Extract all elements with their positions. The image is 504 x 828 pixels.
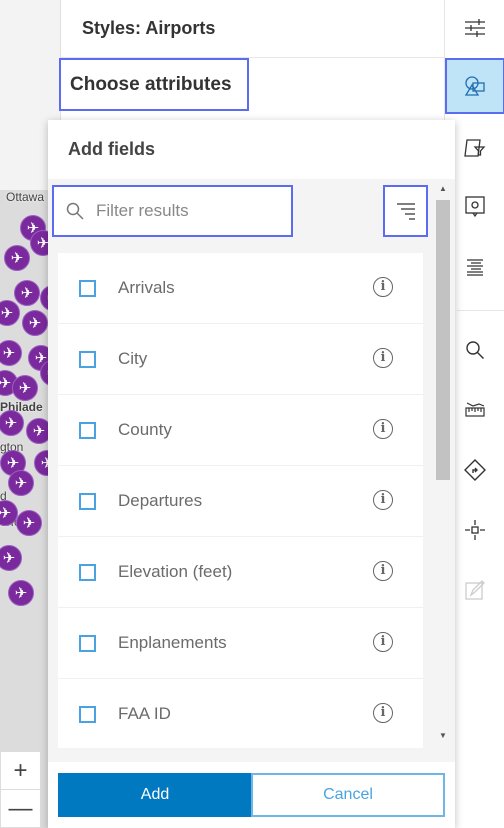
airport-marker[interactable]: ✈	[0, 300, 20, 326]
field-row[interactable]: City i	[58, 324, 423, 395]
field-label: FAA ID	[118, 704, 171, 723]
field-label: County	[118, 420, 172, 439]
field-checkbox[interactable]	[79, 421, 96, 439]
toolbar-divider	[457, 310, 504, 311]
field-checkbox[interactable]	[79, 634, 96, 652]
search-icon	[66, 202, 84, 220]
airport-marker[interactable]: ✈	[0, 340, 22, 366]
scrollbar-thumb[interactable]	[436, 200, 450, 480]
airport-marker[interactable]: ✈	[14, 280, 40, 306]
field-checkbox[interactable]	[79, 563, 96, 581]
info-icon[interactable]: i	[373, 561, 393, 581]
field-row[interactable]: Elevation (feet) i	[58, 537, 423, 608]
add-button[interactable]: Add	[58, 773, 252, 817]
field-label: Departures	[118, 491, 203, 510]
add-fields-dialog: Add fields ▲ ▼ ArrivalsiCityiCountyiDepa…	[48, 120, 455, 828]
field-label: Enplanements	[118, 633, 227, 652]
field-row[interactable]: Enplanements i	[58, 608, 423, 679]
info-icon[interactable]: i	[373, 490, 393, 510]
zoom-controls: + —	[0, 751, 41, 828]
airport-marker[interactable]: ✈	[0, 410, 24, 436]
airport-marker[interactable]: ✈	[22, 310, 48, 336]
field-row[interactable]: County i	[58, 395, 423, 466]
field-checkbox[interactable]	[79, 350, 96, 368]
scroll-up-icon[interactable]: ▲	[439, 184, 447, 193]
zoom-in-button[interactable]: +	[1, 752, 40, 790]
scroll-down-icon[interactable]: ▼	[439, 731, 447, 740]
field-label: City	[118, 349, 148, 368]
field-row[interactable]: FAA ID i	[58, 679, 423, 748]
field-checkbox[interactable]	[79, 492, 96, 510]
filter-search	[52, 185, 293, 237]
map-label: Ottawa	[6, 190, 45, 204]
airport-marker[interactable]: ✈	[12, 375, 38, 401]
field-checkbox[interactable]	[79, 705, 96, 723]
airport-marker[interactable]: ✈	[4, 245, 30, 271]
field-checkbox[interactable]	[79, 279, 96, 297]
sort-icon	[396, 203, 415, 220]
info-icon[interactable]: i	[373, 703, 393, 723]
info-icon[interactable]: i	[373, 419, 393, 439]
choose-attributes-heading[interactable]: Choose attributes	[59, 58, 249, 111]
airport-marker[interactable]: ✈	[8, 470, 34, 496]
field-label: Elevation (feet)	[118, 562, 233, 581]
properties-icon[interactable]	[445, 0, 504, 56]
field-list: Arrivals i City i County i Departures i Elevatio…	[58, 253, 423, 748]
field-row[interactable]: Arrivals i	[58, 253, 423, 324]
filter-results-input[interactable]	[96, 201, 266, 221]
info-icon[interactable]: i	[373, 632, 393, 652]
scrollbar[interactable]: ▲ ▼	[436, 182, 450, 747]
info-icon[interactable]: i	[373, 277, 393, 297]
field-row[interactable]: Departures i	[58, 466, 423, 537]
zoom-out-button[interactable]: —	[1, 790, 40, 828]
dialog-footer: Add Cancel	[48, 762, 455, 828]
info-icon[interactable]: i	[373, 348, 393, 368]
sort-button[interactable]	[383, 185, 428, 237]
airport-marker[interactable]: ✈	[0, 545, 22, 571]
styles-icon[interactable]	[445, 58, 504, 114]
dialog-title: Add fields	[48, 120, 455, 179]
panel-title: Styles: Airports	[61, 0, 444, 58]
cancel-button[interactable]: Cancel	[251, 773, 445, 817]
field-label: Arrivals	[118, 278, 175, 297]
airport-marker[interactable]: ✈	[8, 580, 34, 606]
airport-marker[interactable]: ✈	[16, 510, 42, 536]
